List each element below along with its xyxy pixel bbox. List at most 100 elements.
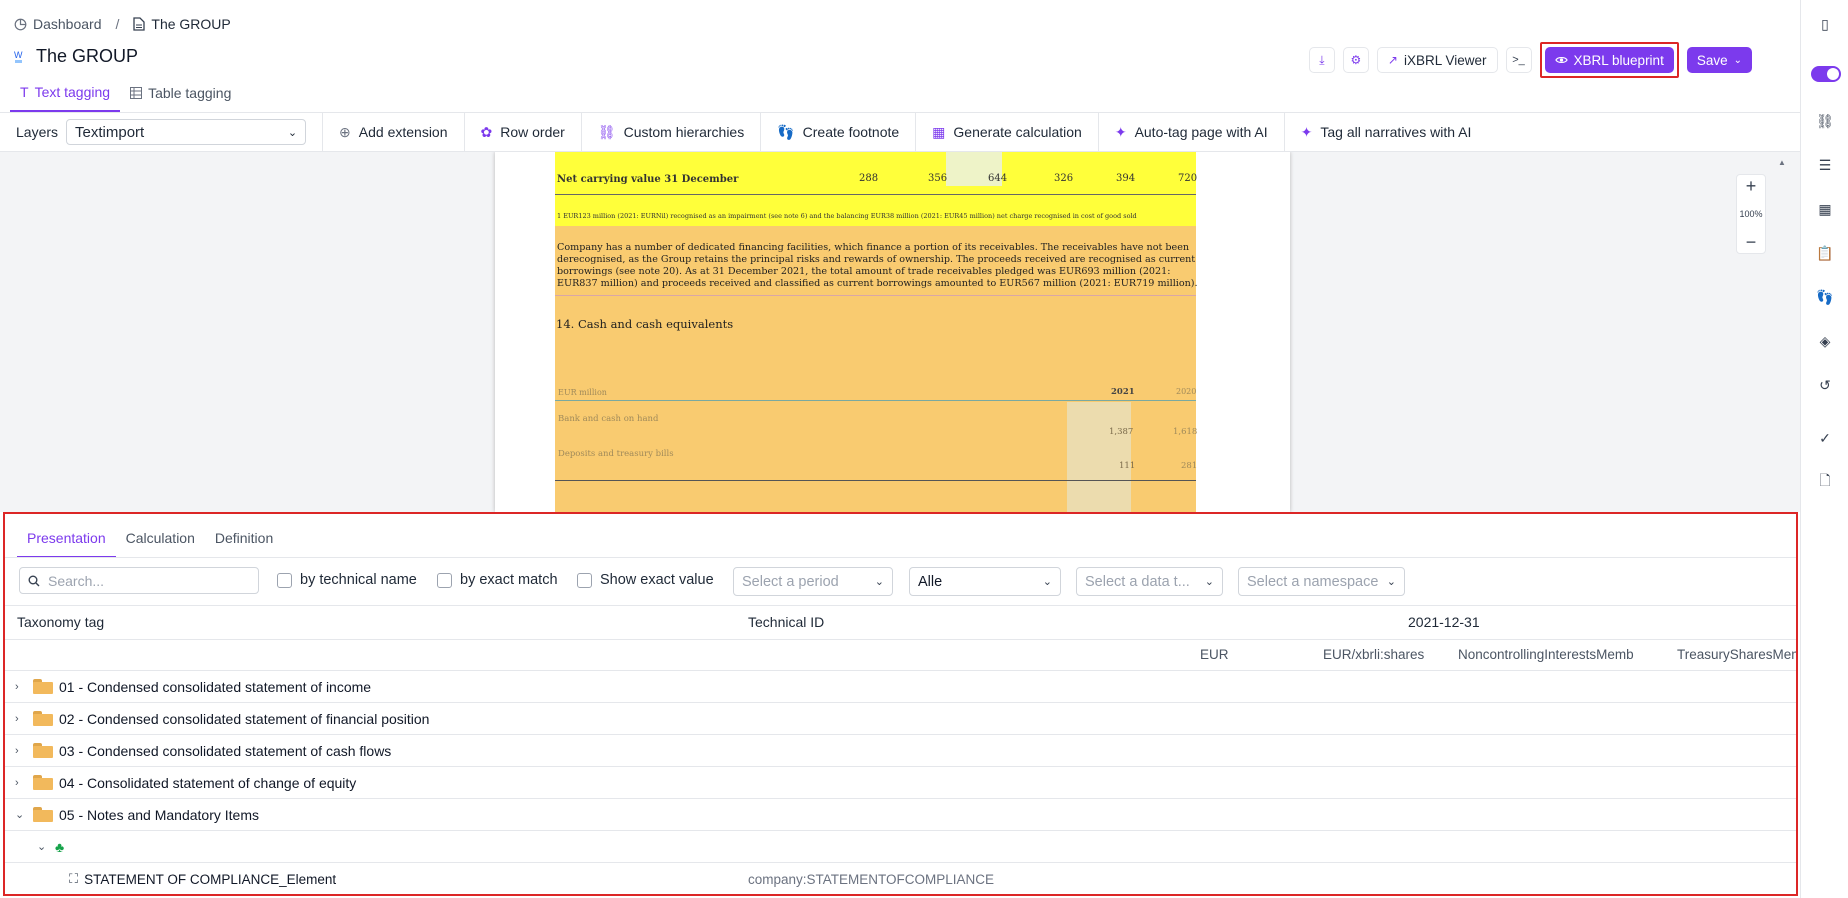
- breadcrumb-current: The GROUP: [151, 16, 231, 32]
- row1-value-6: 720: [1178, 173, 1198, 184]
- xbrl-blueprint-button[interactable]: XBRL blueprint: [1544, 47, 1674, 73]
- tree-row-element[interactable]: ⛶ STATEMENT OF COMPLIANCE_Element compan…: [5, 863, 1796, 894]
- tree-row[interactable]: ⌄ 05 - Notes and Mandatory Items: [5, 799, 1796, 831]
- year-b-header: 2020: [1176, 387, 1197, 396]
- para-line: derecognised, as the Group retains the p…: [557, 254, 1196, 265]
- show-exact-value-checkbox[interactable]: Show exact value: [577, 572, 714, 588]
- by-exact-match-checkbox[interactable]: by exact match: [437, 572, 558, 588]
- element-technical-id: company:STATEMENTOFCOMPLIANCE: [748, 871, 995, 887]
- tab-table-tagging[interactable]: Table tagging: [120, 78, 241, 112]
- by-technical-name-checkbox[interactable]: by technical name: [277, 572, 417, 588]
- tab-table-tagging-label: Table tagging: [148, 85, 232, 101]
- chevron-down-icon[interactable]: ⌄: [37, 840, 49, 853]
- save-label: Save: [1696, 52, 1728, 68]
- language-select[interactable]: Alle ⌄: [909, 567, 1061, 596]
- tree-row-label: 05 - Notes and Mandatory Items: [59, 806, 259, 823]
- tree-row-label: 01 - Condensed consolidated statement of…: [59, 678, 372, 695]
- period-select[interactable]: Select a period ⌄: [733, 567, 893, 596]
- panel-toggle-icon[interactable]: ▯: [1817, 16, 1833, 32]
- layers-icon[interactable]: ◈: [1817, 333, 1833, 349]
- element-icon: ⛶: [69, 871, 79, 886]
- row-order-button[interactable]: ✿ Row order: [465, 113, 582, 151]
- tag-narratives-ai-label: Tag all narratives with AI: [1320, 124, 1472, 140]
- terminal-button[interactable]: >_: [1505, 47, 1532, 73]
- panel-tabs: Presentation Calculation Definition: [17, 524, 283, 558]
- tree-row[interactable]: › 03 - Condensed consolidated statement o…: [5, 735, 1796, 767]
- chevron-right-icon[interactable]: ›: [15, 681, 27, 693]
- chevron-right-icon[interactable]: ›: [15, 777, 27, 789]
- subcolumn-noncontrolling: NoncontrollingInterestsMemb: [1458, 647, 1634, 662]
- zoom-in-button[interactable]: +: [1746, 177, 1757, 195]
- auto-tag-ai-button[interactable]: ✦ Auto-tag page with AI: [1099, 113, 1285, 151]
- chevron-right-icon[interactable]: ›: [15, 745, 27, 757]
- checkbox-box[interactable]: [277, 572, 292, 588]
- checkbox-box[interactable]: [577, 572, 592, 588]
- row1-value-3: 644: [988, 173, 1008, 184]
- tree-row-label: 04 - Consolidated statement of change of…: [59, 774, 357, 791]
- file-icon[interactable]: 🗋: [1817, 472, 1833, 490]
- chevron-down-icon: ⌄: [1386, 576, 1396, 588]
- tab-presentation[interactable]: Presentation: [17, 524, 116, 558]
- tree-row[interactable]: › 04 - Consolidated statement of change o…: [5, 767, 1796, 799]
- scroll-up-arrow[interactable]: ▲: [1778, 158, 1786, 167]
- footprints-icon: 👣: [777, 123, 795, 140]
- check-circle-icon[interactable]: ✓: [1817, 430, 1833, 446]
- save-button[interactable]: Save ⌄: [1686, 47, 1752, 73]
- tab-definition[interactable]: Definition: [205, 524, 283, 558]
- chevron-down-icon[interactable]: ⌄: [15, 808, 27, 821]
- settings-button[interactable]: ⚙: [1342, 47, 1369, 73]
- svg-text:W: W: [14, 50, 23, 60]
- clipboard-icon[interactable]: 📋: [1816, 245, 1833, 261]
- namespace-select[interactable]: Select a namespace ⌄: [1238, 567, 1405, 596]
- row-bank-2021: 1,387: [1109, 427, 1134, 437]
- history-icon[interactable]: ↺: [1817, 377, 1833, 393]
- checkbox-box[interactable]: [437, 572, 452, 588]
- zoom-out-button[interactable]: −: [1746, 233, 1757, 251]
- layers-select[interactable]: Textimport ⌄: [66, 119, 307, 145]
- add-extension-button[interactable]: ⊕ Add extension: [323, 113, 465, 151]
- toggle-switch[interactable]: [1811, 66, 1841, 82]
- footprints-icon[interactable]: 👣: [1816, 289, 1833, 305]
- divider: [5, 639, 1796, 640]
- tree-row[interactable]: › 01 - Condensed consolidated statement o…: [5, 671, 1796, 703]
- column-taxonomy-tag[interactable]: Taxonomy tag: [17, 614, 104, 630]
- tree-row[interactable]: › 02 - Condensed consolidated statement o…: [5, 703, 1796, 735]
- column-date[interactable]: 2021-12-31: [1408, 614, 1480, 630]
- tree-row-tree-node[interactable]: ⌄ ♣: [5, 831, 1796, 863]
- tab-text-tagging-label: Text tagging: [34, 84, 111, 100]
- row-label-deposits: Deposits and treasury bills: [558, 449, 674, 459]
- net-carrying-label: Net carrying value 31 December: [557, 174, 739, 185]
- custom-hierarchies-button[interactable]: ⛓ Custom hierarchies: [582, 113, 762, 151]
- folder-icon: [33, 711, 53, 726]
- tagging-toolbar: Layers Textimport ⌄ ⊕ Add extension ✿ Row …: [0, 112, 1800, 152]
- chevron-down-icon: ⌄: [1204, 576, 1214, 588]
- download-icon: ⤓: [1319, 52, 1325, 67]
- tab-text-tagging[interactable]: T Text tagging: [10, 78, 121, 112]
- table-icon: [130, 87, 143, 99]
- list-icon[interactable]: ☰: [1817, 157, 1833, 173]
- header: Dashboard / The GROUP W The GROUP T Text…: [0, 0, 1800, 112]
- search-input[interactable]: Search...: [19, 567, 259, 594]
- tag-narratives-ai-button[interactable]: ✦ Tag all narratives with AI: [1285, 113, 1488, 151]
- tab-calculation[interactable]: Calculation: [116, 524, 205, 558]
- row1-value-4: 326: [1054, 173, 1074, 184]
- word-file-icon: W: [14, 50, 23, 63]
- highlight-box: XBRL blueprint: [1539, 42, 1679, 78]
- custom-hierarchies-label: Custom hierarchies: [623, 124, 745, 140]
- chevron-right-icon[interactable]: ›: [15, 713, 27, 725]
- column-technical-id[interactable]: Technical ID: [748, 614, 824, 630]
- hierarchy-icon[interactable]: ⛓: [1816, 113, 1834, 129]
- create-footnote-button[interactable]: 👣 Create footnote: [761, 113, 917, 151]
- datatype-placeholder: Select a data t...: [1085, 573, 1190, 590]
- generate-calculation-button[interactable]: ▦ Generate calculation: [916, 113, 1099, 151]
- checkbox-label: Show exact value: [600, 572, 714, 588]
- ixbrl-viewer-button[interactable]: ↗ iXBRL Viewer: [1376, 47, 1498, 73]
- datatype-select[interactable]: Select a data t... ⌄: [1076, 567, 1223, 596]
- create-footnote-label: Create footnote: [802, 124, 900, 140]
- breadcrumb-dashboard-link[interactable]: Dashboard: [33, 16, 102, 32]
- document-viewer[interactable]: Net carrying value 31 December 288 356 6…: [0, 152, 1800, 512]
- download-button[interactable]: ⤓: [1308, 47, 1335, 73]
- hierarchy-icon: ⛓: [597, 123, 616, 140]
- mode-tabs: T Text tagging Table tagging: [10, 78, 241, 112]
- calculator-icon[interactable]: ▦: [1817, 201, 1833, 217]
